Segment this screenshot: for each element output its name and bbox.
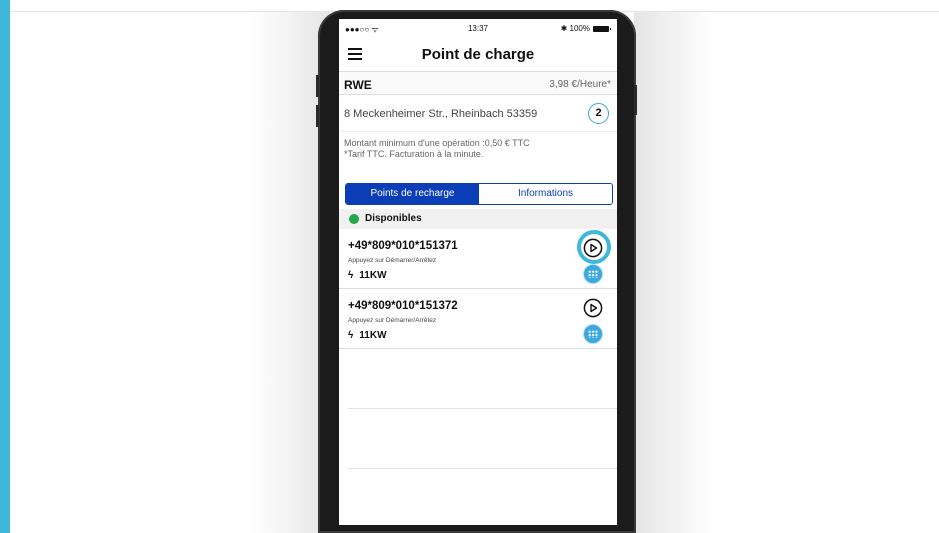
plug-icon [583,324,603,344]
phone-side-button [316,105,319,127]
play-icon[interactable] [583,238,603,258]
navigation-bar: Point de charge [339,39,617,72]
charger-hint: Appuyez sur Démarrer/Arrêtez [348,257,437,264]
bolt-icon: ϟ [348,330,354,341]
station-address: 8 Meckenheimer Str., Rheinbach 53359 [344,108,538,120]
charger-count-badge: 2 [588,103,609,124]
tariff-note: *Tarif TTC. Facturation à la minute. [344,149,484,159]
bolt-icon: ϟ [348,270,354,281]
phone-shadow-right [634,12,714,533]
charger-id: +49*809*010*151371 [348,240,458,252]
empty-row-divider [348,408,617,409]
charger-power: ϟ 11KW [348,330,387,341]
available-label: Disponibles [365,213,422,224]
available-section-header: Disponibles [339,209,617,229]
phone-side-button [634,85,637,115]
tariff-notes: Montant minimum d'une opération :0,50 € … [339,131,617,174]
left-accent-strip [0,0,10,533]
plug-icon [583,264,603,284]
tab-charging-points[interactable]: Points de recharge [346,184,479,204]
phone-side-button [316,75,319,97]
status-bar: ●●●○○ ᯤ 13:37 ✱ 100% [339,19,617,39]
power-value: 11KW [359,270,387,281]
operator-row: RWE 3,98 €/Heure* [339,72,617,95]
operator-name: RWE [344,78,372,92]
charger-power: ϟ 11KW [348,270,387,281]
minimum-amount-note: Montant minimum d'une opération :0,50 € … [344,138,530,148]
empty-row-divider [348,468,617,469]
battery-icon [593,25,611,32]
list-item[interactable]: +49*809*010*151371 Appuyez sur Démarrer/… [339,230,617,289]
charger-id: +49*809*010*151372 [348,300,458,312]
charger-hint: Appuyez sur Démarrer/Arrêtez [348,317,437,324]
battery-indicator: ✱ 100% [560,24,611,33]
play-icon[interactable] [583,298,603,318]
address-row: 8 Meckenheimer Str., Rheinbach 53359 2 [339,95,617,131]
battery-text: ✱ 100% [560,24,590,33]
power-value: 11KW [359,330,387,341]
app-screen: ●●●○○ ᯤ 13:37 ✱ 100% Point de charge RWE… [339,19,617,525]
tab-bar: Points de recharge Informations [345,183,613,205]
tab-informations[interactable]: Informations [479,184,612,204]
list-item[interactable]: +49*809*010*151372 Appuyez sur Démarrer/… [339,290,617,349]
price-label: 3,98 €/Heure* [549,79,611,90]
page-title: Point de charge [421,46,535,63]
available-status-dot [349,214,359,224]
